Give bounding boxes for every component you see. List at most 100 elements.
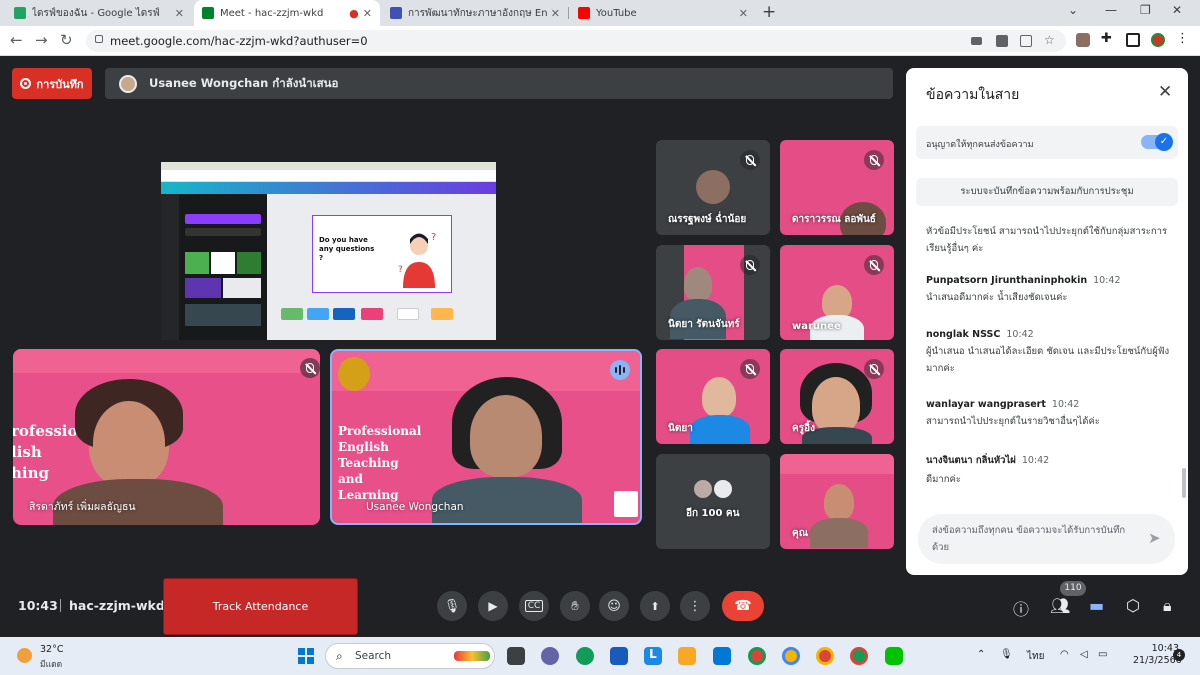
tab-google-drive[interactable]: ไดรฟ์ของฉัน - Google ไดรฟ์ ✕ [6, 0, 192, 26]
profile-avatar[interactable] [1151, 33, 1165, 47]
chrome-icon[interactable] [748, 647, 766, 665]
wifi-icon[interactable]: ◠ [1060, 649, 1069, 660]
weather-description[interactable]: มีแดด [40, 657, 62, 671]
close-window-button[interactable]: ✕ [1172, 3, 1182, 17]
tab-search-icon[interactable]: ⌄ [1068, 3, 1078, 17]
message-time: 10:42 [1093, 275, 1121, 286]
forward-button[interactable]: → [35, 31, 48, 49]
microphone-tray-icon[interactable]: 🎙︎ [1000, 649, 1013, 660]
shared-screen[interactable]: Do you have any questions ? ? ? [161, 162, 496, 340]
tab-google-forms[interactable]: การพัฒนาทักษะภาษาอังกฤษ English ✕ [382, 0, 568, 26]
translate-icon[interactable] [996, 35, 1008, 47]
microphone-button[interactable]: 🎙︎ [437, 591, 467, 621]
participant-tile[interactable]: นิตยา [656, 349, 770, 444]
side-panel-icon[interactable] [1126, 33, 1140, 47]
notification-badge[interactable]: 4 [1173, 649, 1185, 661]
camera-button[interactable]: ▶ [478, 591, 508, 621]
chrome-profile-icon[interactable] [850, 647, 868, 665]
present-button[interactable]: ⬆ [640, 591, 670, 621]
presenter-bar: Usanee Wongchan กำลังนำเสนอ [105, 68, 893, 99]
chat-scrollbar[interactable] [1182, 468, 1186, 498]
people-icon[interactable]: 👥︎ [1050, 596, 1070, 615]
reactions-button[interactable]: ☺ [599, 591, 629, 621]
minimize-button[interactable]: — [1105, 3, 1117, 17]
close-icon[interactable]: ✕ [175, 7, 184, 20]
more-options-button[interactable]: ⋮ [680, 591, 710, 621]
participant-tile[interactable]: ครูอิ้ง [780, 349, 894, 444]
mail-icon[interactable] [713, 647, 731, 665]
more-participants-tile[interactable]: อีก 100 คน [656, 454, 770, 549]
chevron-up-icon[interactable]: ⌃ [977, 649, 985, 660]
restore-button[interactable]: ❐ [1140, 3, 1151, 17]
lock-icon[interactable] [95, 35, 103, 43]
extension-avatar-icon[interactable] [1076, 33, 1090, 47]
close-icon[interactable]: ✕ [1158, 82, 1172, 102]
participant-name: ครูอิ้ง [792, 423, 815, 434]
new-tab-button[interactable]: + [762, 2, 776, 22]
send-icon[interactable]: ➤ [1148, 529, 1161, 547]
weather-temperature[interactable]: 32°C [40, 644, 63, 655]
windows-start-icon[interactable] [298, 648, 314, 664]
shared-canva-sidebar [161, 194, 179, 340]
participant-face [470, 395, 542, 477]
track-attendance-button[interactable]: Track Attendance [163, 578, 358, 635]
chat-icon[interactable]: ▬ [1089, 596, 1104, 615]
url-text[interactable]: meet.google.com/hac-zzjm-wkd?authuser=0 [110, 34, 368, 48]
allow-messages-toggle[interactable]: ✓ [1141, 133, 1173, 151]
speaker-icon[interactable]: ◁ [1080, 649, 1088, 660]
close-icon[interactable]: ✕ [363, 7, 372, 20]
share-icon[interactable] [1020, 35, 1032, 47]
back-button[interactable]: ← [10, 31, 23, 49]
battery-icon[interactable]: ▭ [1098, 649, 1107, 660]
search-icon: ⌕ [336, 649, 343, 663]
teams-chat-icon[interactable] [541, 647, 559, 665]
tab-meet[interactable]: Meet - hac-zzjm-wkd ● ✕ [194, 0, 380, 26]
url-field[interactable]: meet.google.com/hac-zzjm-wkd?authuser=0 … [86, 30, 1066, 52]
app-l-icon[interactable]: L [644, 647, 662, 665]
reload-button[interactable]: ↻ [60, 31, 73, 49]
more-menu-icon[interactable]: ⋮ [1176, 31, 1190, 46]
message-text: ผู้นำเสนอ นำเสนอได้ละเอียด ชัดเจน และมีป… [926, 346, 1170, 374]
host-controls-icon[interactable]: 🔒︎ [1163, 596, 1172, 616]
video-tile-active-speaker[interactable]: Professional English Teaching and Learning U… [330, 349, 642, 525]
leave-call-button[interactable]: ☎ [722, 591, 764, 621]
task-view-icon[interactable] [507, 647, 525, 665]
captions-button[interactable]: CC [519, 591, 549, 621]
self-view-tile[interactable]: คุณ [780, 454, 894, 549]
close-icon[interactable]: ✕ [551, 7, 560, 20]
chat-message: Punpatsorn Jirunthaninphokin 10:42 นำเสนอ… [926, 275, 1176, 306]
activities-icon[interactable]: ⬡ [1126, 596, 1140, 615]
meeting-info-icon[interactable]: ⓘ [1013, 596, 1029, 620]
chrome-profile-icon[interactable] [782, 647, 800, 665]
participant-count-badge: 110 [1060, 581, 1086, 596]
sun-icon[interactable] [17, 648, 32, 663]
file-explorer-icon[interactable] [678, 647, 696, 665]
bookmark-star-icon[interactable]: ☆ [1044, 33, 1056, 47]
participant-tile[interactable]: ณรรฐพงษ์ ฉ่ำน้อย [656, 140, 770, 235]
participant-tile[interactable]: ดาราวรรณ ลอพันธ์ [780, 140, 894, 235]
raise-hand-button[interactable]: ✋︎ [560, 591, 590, 621]
video-camera-icon: ▶ [488, 599, 498, 613]
extensions-puzzle-icon[interactable]: ✚ [1101, 31, 1115, 46]
mic-off-icon [864, 150, 884, 170]
close-icon[interactable]: ✕ [739, 7, 748, 20]
participant-tile[interactable]: นิตยา รัตนจันทร์ [656, 245, 770, 340]
shared-address-bar [161, 170, 496, 182]
message-sender: Punpatsorn Jirunthaninphokin [926, 275, 1088, 286]
line-app-icon[interactable] [885, 647, 903, 665]
input-language[interactable]: ไทย [1027, 649, 1044, 664]
video-tile[interactable]: rofessional lish hing สิรดาภัทร์ เพิ่มผลธั… [13, 349, 320, 525]
edge-icon[interactable] [576, 647, 594, 665]
camera-icon[interactable] [971, 37, 982, 45]
taskbar-search[interactable]: ⌕ Search [325, 643, 495, 669]
participant-tile[interactable]: warunee [780, 245, 894, 340]
recording-button[interactable]: การบันทึก [12, 68, 92, 99]
chat-input[interactable]: ส่งข้อความถึงทุกคน ข้อความจะได้รับการบัน… [918, 514, 1175, 564]
tab-youtube[interactable]: YouTube ✕ [570, 0, 756, 26]
chrome-profile-icon[interactable] [816, 647, 834, 665]
hang-up-icon: ☎ [734, 598, 752, 614]
chat-input-placeholder[interactable]: ส่งข้อความถึงทุกคน ข้อความจะได้รับการบัน… [932, 522, 1142, 556]
message-text: ดีมากค่ะ [926, 474, 961, 485]
word-icon[interactable] [610, 647, 628, 665]
youtube-icon [578, 7, 590, 19]
